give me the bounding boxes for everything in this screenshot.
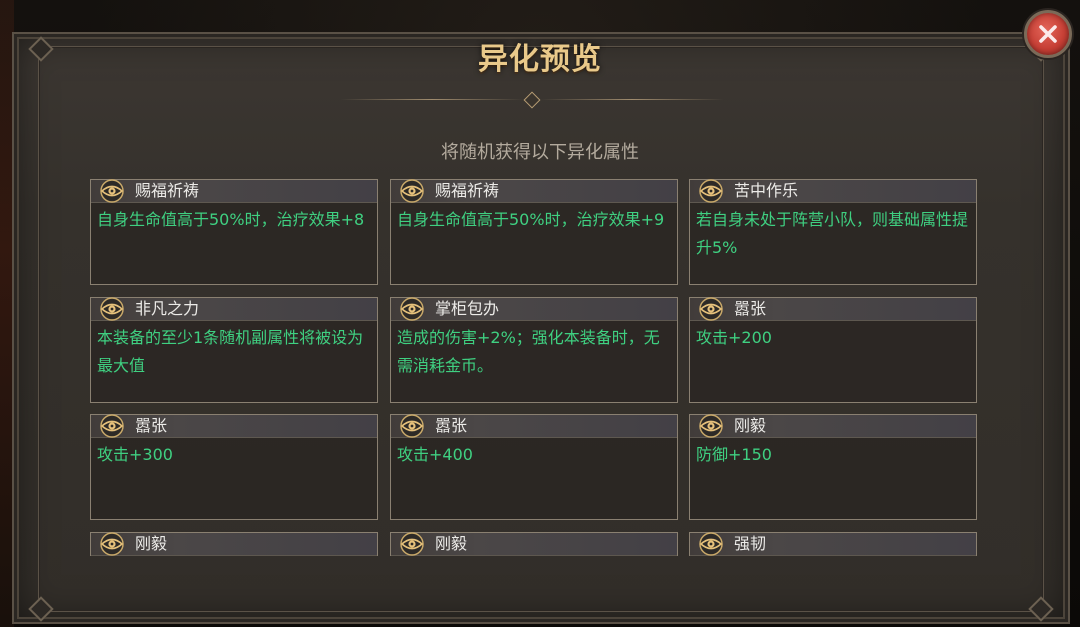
attribute-description: 攻击+200 bbox=[696, 328, 772, 347]
attribute-name: 赐福祈祷 bbox=[135, 181, 200, 200]
eye-icon bbox=[100, 297, 124, 321]
attribute-card-header: 赐福祈祷 bbox=[91, 179, 377, 203]
attribute-card[interactable]: 刚毅 bbox=[390, 532, 678, 556]
attribute-card-header: 嚣张 bbox=[690, 297, 976, 321]
scroll-fade bbox=[60, 555, 1020, 569]
eye-icon bbox=[400, 532, 424, 556]
attribute-description: 攻击+400 bbox=[397, 445, 473, 464]
dialog-subtitle: 将随机获得以下异化属性 bbox=[441, 142, 639, 163]
attribute-card[interactable]: 掌柜包办造成的伤害+2%；强化本装备时，无需消耗金币。 bbox=[390, 297, 678, 403]
attribute-description: 防御+150 bbox=[696, 445, 772, 464]
attribute-card[interactable]: 苦中作乐若自身未处于阵营小队，则基础属性提升5% bbox=[689, 179, 977, 285]
eye-icon bbox=[100, 179, 124, 203]
eye-icon bbox=[699, 414, 723, 438]
attribute-name: 强韧 bbox=[734, 534, 767, 553]
attribute-card-header: 赐福祈祷 bbox=[391, 179, 677, 203]
attribute-description: 自身生命值高于50%时，治疗效果+8 bbox=[97, 210, 365, 229]
game-screen: 异化预览 将随机获得以下异化属性 赐福祈祷 自身生命值高于50%时，治疗效果+8 赐… bbox=[0, 0, 1080, 627]
attribute-card[interactable]: 非凡之力本装备的至少1条随机副属性将被设为最大值 bbox=[90, 297, 378, 403]
attribute-card-header: 刚毅 bbox=[690, 414, 976, 438]
eye-icon bbox=[100, 414, 124, 438]
attribute-card[interactable]: 强韧 bbox=[689, 532, 977, 556]
eye-icon bbox=[400, 297, 424, 321]
attribute-name: 嚣张 bbox=[435, 416, 468, 435]
eye-icon bbox=[699, 179, 723, 203]
eye-icon bbox=[100, 532, 124, 556]
attribute-name: 赐福祈祷 bbox=[435, 181, 500, 200]
attribute-card[interactable]: 嚣张攻击+300 bbox=[90, 414, 378, 520]
eye-icon bbox=[400, 414, 424, 438]
eye-icon bbox=[699, 532, 723, 556]
attribute-card[interactable]: 赐福祈祷自身生命值高于50%时，治疗效果+9 bbox=[390, 179, 678, 285]
attribute-description: 攻击+300 bbox=[97, 445, 173, 464]
attribute-card[interactable]: 刚毅 bbox=[90, 532, 378, 556]
attribute-card-header: 刚毅 bbox=[391, 532, 677, 556]
eye-icon bbox=[400, 179, 424, 203]
attribute-description: 本装备的至少1条随机副属性将被设为最大值 bbox=[97, 328, 364, 375]
attribute-description: 若自身未处于阵营小队，则基础属性提升5% bbox=[696, 210, 969, 257]
attribute-card-header: 苦中作乐 bbox=[690, 179, 976, 203]
attribute-card[interactable]: 赐福祈祷自身生命值高于50%时，治疗效果+8 bbox=[90, 179, 378, 285]
attribute-card-header: 掌柜包办 bbox=[391, 297, 677, 321]
attribute-card[interactable]: 刚毅防御+150 bbox=[689, 414, 977, 520]
attribute-name: 刚毅 bbox=[435, 534, 468, 553]
attribute-card[interactable]: 嚣张攻击+200 bbox=[689, 297, 977, 403]
close-x-icon bbox=[1039, 25, 1057, 43]
attribute-card-header: 嚣张 bbox=[391, 414, 677, 438]
attribute-name: 嚣张 bbox=[135, 416, 168, 435]
attribute-card-header: 非凡之力 bbox=[91, 297, 377, 321]
attribute-name: 非凡之力 bbox=[135, 299, 200, 318]
attribute-name: 刚毅 bbox=[734, 416, 767, 435]
attribute-card-header: 强韧 bbox=[690, 532, 976, 556]
title-divider-ornament bbox=[340, 91, 724, 109]
close-button[interactable] bbox=[1024, 10, 1072, 58]
attribute-card-grid[interactable]: 赐福祈祷 自身生命值高于50%时，治疗效果+8 赐福祈祷 自身生命值高于50%时，治疗… bbox=[88, 176, 978, 556]
attribute-name: 苦中作乐 bbox=[734, 181, 799, 200]
attribute-card-header: 嚣张 bbox=[91, 414, 377, 438]
dialog-title: 异化预览 bbox=[478, 42, 602, 77]
attribute-description: 自身生命值高于50%时，治疗效果+9 bbox=[397, 210, 665, 229]
attribute-card[interactable]: 嚣张攻击+400 bbox=[390, 414, 678, 520]
attribute-name: 刚毅 bbox=[135, 534, 168, 553]
eye-icon bbox=[699, 297, 723, 321]
attribute-name: 嚣张 bbox=[734, 299, 767, 318]
attribute-description: 造成的伤害+2%；强化本装备时，无需消耗金币。 bbox=[397, 328, 660, 375]
attribute-name: 掌柜包办 bbox=[435, 299, 500, 318]
attribute-card-header: 刚毅 bbox=[91, 532, 377, 556]
